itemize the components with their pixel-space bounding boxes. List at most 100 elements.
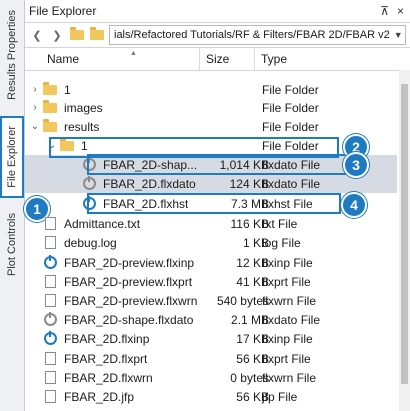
- document-icon: [42, 371, 58, 385]
- file-name: debug.log: [64, 235, 117, 250]
- file-type: flxinp File: [262, 255, 313, 270]
- folder-button[interactable]: [89, 27, 105, 43]
- callout-badge-4: 4: [341, 192, 367, 218]
- file-type: flxprt File: [262, 274, 311, 289]
- tab-plot-controls[interactable]: Plot Controls: [0, 212, 24, 276]
- file-row[interactable]: FBAR_2D.flxwrn 0 bytes flxwrn File: [25, 368, 397, 387]
- file-type: log File: [262, 235, 301, 250]
- file-name: Admittance.txt: [64, 216, 141, 231]
- document-icon: [42, 294, 58, 308]
- icon-glyph: [43, 331, 57, 345]
- sort-caret-icon: ▲: [130, 50, 137, 57]
- file-row[interactable]: FBAR_2D.flxdato 124 KB flxdato File: [25, 174, 397, 193]
- tab-file-explorer[interactable]: File Explorer: [0, 116, 24, 198]
- power-icon: [81, 176, 97, 191]
- document-icon: [42, 275, 58, 289]
- folder-icon: [90, 27, 104, 40]
- highlight-box-3: [87, 154, 365, 175]
- file-row[interactable]: debug.log 1 KB log File: [25, 233, 397, 252]
- file-explorer-panel: File Explorer ⊼ × ❮ ❯ ials/Refactored Tu…: [25, 0, 410, 411]
- file-type: File Folder: [262, 100, 319, 115]
- icon-glyph: [44, 275, 56, 288]
- file-row[interactable]: FBAR_2D-preview.flxwrn 540 bytes flxwrn Fi…: [25, 291, 397, 310]
- file-name: FBAR_2D.flxinp: [64, 331, 150, 346]
- folder-row[interactable]: › images File Folder: [25, 98, 397, 117]
- expander-icon[interactable]: ›: [28, 102, 42, 113]
- document-icon: [42, 217, 58, 231]
- file-name: FBAR_2D.flxwrn: [64, 370, 153, 385]
- icon-glyph: [43, 255, 57, 269]
- vertical-scrollbar[interactable]: [399, 70, 410, 411]
- file-name: FBAR_2D.flxprt: [64, 351, 148, 366]
- icon-glyph: [82, 176, 96, 190]
- folder-row[interactable]: › 1 File Folder: [25, 80, 397, 99]
- navigation-bar: ❮ ❯ ials/Refactored Tutorials/RF & Filte…: [25, 23, 410, 48]
- back-button[interactable]: ❮: [29, 27, 45, 43]
- scrollbar-thumb[interactable]: [401, 84, 408, 384]
- folder-icon: [42, 118, 58, 134]
- tab-label: Plot Controls: [6, 212, 18, 276]
- tab-label: File Explorer: [6, 126, 18, 188]
- file-type: flxprt File: [262, 351, 311, 366]
- pin-icon[interactable]: ⊼: [380, 4, 389, 18]
- file-name: FBAR_2D-shape.flxdato: [64, 312, 194, 327]
- column-header: ▲ Name Size Type: [25, 48, 410, 71]
- path-text: ials/Refactored Tutorials/RF & Filters/F…: [114, 29, 390, 41]
- power-icon: [42, 255, 58, 270]
- file-row[interactable]: FBAR_2D-preview.flxprt 41 KB flxprt File: [25, 272, 397, 291]
- forward-button[interactable]: ❯: [49, 27, 65, 43]
- document-icon: [42, 390, 58, 404]
- file-row[interactable]: FBAR_2D.flxprt 56 KB flxprt File: [25, 349, 397, 368]
- power-icon: [42, 331, 58, 346]
- file-row[interactable]: Admittance.txt 116 KB txt File: [25, 214, 397, 233]
- column-size[interactable]: Size: [200, 48, 255, 70]
- folder-row[interactable]: ⌄ results File Folder: [25, 117, 397, 136]
- file-name: images: [64, 100, 103, 115]
- document-icon: [42, 352, 58, 366]
- folder-icon: [42, 99, 58, 115]
- tab-label: Results Properties: [6, 10, 18, 100]
- file-type: File Folder: [262, 82, 319, 97]
- file-type: flxdato File: [262, 176, 321, 191]
- document-icon: [42, 236, 58, 250]
- icon-glyph: [44, 371, 56, 384]
- icon-glyph: [44, 390, 56, 403]
- file-row[interactable]: FBAR_2D-shape.flxdato 2.1 MB flxdato File: [25, 310, 397, 329]
- file-row[interactable]: FBAR_2D.flxinp 17 KB flxinp File: [25, 329, 397, 348]
- icon-glyph: [43, 118, 57, 132]
- column-type[interactable]: Type: [255, 48, 400, 70]
- expander-icon[interactable]: ⌄: [28, 121, 42, 132]
- file-name: FBAR_2D.jfp: [64, 389, 135, 404]
- file-type: File Folder: [262, 119, 319, 134]
- icon-glyph: [43, 81, 57, 95]
- file-type: flxinp File: [262, 331, 313, 346]
- path-field[interactable]: ials/Refactored Tutorials/RF & Filters/F…: [109, 25, 406, 45]
- panel-title: File Explorer: [29, 4, 97, 18]
- expander-icon[interactable]: ›: [28, 84, 42, 95]
- icon-glyph: [43, 99, 57, 113]
- up-folder-button[interactable]: [69, 27, 85, 43]
- chevron-down-icon[interactable]: ▼: [390, 30, 403, 40]
- highlight-box-4: [87, 193, 341, 214]
- close-icon[interactable]: ×: [397, 4, 404, 18]
- file-type: jfp File: [262, 389, 298, 404]
- icon-glyph: [43, 312, 57, 326]
- icon-glyph: [44, 294, 56, 307]
- file-name: FBAR_2D-preview.flxinp: [64, 255, 195, 270]
- file-row[interactable]: FBAR_2D.jfp 56 KB jfp File: [25, 387, 397, 406]
- side-tab-strip: Results Properties File Explorer Plot Co…: [0, 0, 25, 411]
- folder-icon: [42, 81, 58, 97]
- file-name: FBAR_2D-preview.flxwrn: [64, 293, 198, 308]
- icon-glyph: [44, 217, 56, 230]
- icon-glyph: [44, 236, 56, 249]
- file-name: 1: [64, 82, 71, 97]
- file-row[interactable]: FBAR_2D-preview.flxinp 12 KB flxinp File: [25, 253, 397, 272]
- folder-up-icon: [70, 27, 84, 40]
- column-name[interactable]: Name: [25, 48, 200, 70]
- file-name: FBAR_2D-preview.flxprt: [64, 274, 193, 289]
- icon-glyph: [44, 352, 56, 365]
- tab-results-properties[interactable]: Results Properties: [0, 2, 24, 108]
- file-type: flxwrn File: [262, 370, 317, 385]
- power-icon: [42, 312, 58, 327]
- file-type: flxdato File: [262, 312, 321, 327]
